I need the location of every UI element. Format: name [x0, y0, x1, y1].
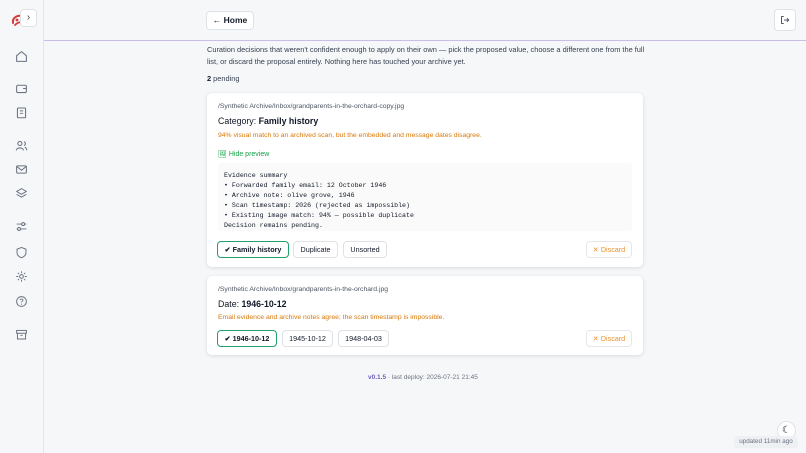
- top-bar: [44, 0, 806, 41]
- option-date-1945-button[interactable]: 1945-10-12: [282, 330, 333, 347]
- sliders-icon[interactable]: [15, 220, 28, 233]
- logout-icon: [781, 16, 790, 24]
- preview-icon: 🖼: [218, 151, 227, 158]
- logout-button[interactable]: [774, 9, 796, 31]
- evidence-preview: Evidence summary • Forwarded family emai…: [218, 163, 632, 231]
- intro-text: Curation decisions that weren't confiden…: [207, 45, 645, 66]
- home-icon[interactable]: [15, 50, 28, 63]
- moon-icon: ☾: [782, 425, 791, 436]
- mail-icon[interactable]: [15, 163, 28, 176]
- archive-icon[interactable]: [15, 328, 28, 341]
- updated-badge: updated 11min ago: [734, 436, 798, 448]
- shield-icon[interactable]: [15, 246, 28, 259]
- card-title: Category: Family history: [218, 116, 319, 126]
- sidebar-collapse-button[interactable]: ›: [20, 9, 37, 27]
- file-path: /Synthetic Archive/Inbox/grandparents-in…: [218, 103, 405, 110]
- review-card: /Synthetic Archive/Inbox/grandparents-in…: [207, 93, 643, 267]
- help-icon[interactable]: [15, 295, 28, 308]
- discard-button[interactable]: ✕ Discard: [586, 330, 632, 347]
- discard-button[interactable]: ✕ Discard: [586, 241, 632, 258]
- users-icon[interactable]: [15, 139, 28, 152]
- sidebar: ›: [0, 0, 44, 453]
- pending-count: 2 pending: [207, 74, 240, 83]
- wallet-icon[interactable]: [15, 82, 28, 95]
- option-unsorted-button[interactable]: Unsorted: [343, 241, 387, 258]
- card-note: Email evidence and archive notes agree; …: [218, 314, 445, 321]
- option-duplicate-button[interactable]: Duplicate: [293, 241, 338, 258]
- option-family-history-button[interactable]: ✔ Family history: [217, 241, 289, 258]
- file-path: /Synthetic Archive/Inbox/grandparents-in…: [218, 286, 389, 293]
- version-label: v0.1.5: [368, 374, 387, 381]
- option-date-1946-button[interactable]: ✔ 1946-10-12: [217, 330, 277, 347]
- sparkle-icon[interactable]: [15, 270, 28, 283]
- card-note: 94% visual match to an archived scan, bu…: [218, 132, 482, 139]
- card-title: Date: 1946-10-12: [218, 299, 287, 309]
- layers-icon[interactable]: [15, 187, 28, 200]
- option-date-1948-button[interactable]: 1948-04-03: [338, 330, 389, 347]
- home-button[interactable]: ← Home: [206, 11, 254, 30]
- review-card: /Synthetic Archive/Inbox/grandparents-in…: [207, 276, 643, 355]
- clipboard-icon[interactable]: [15, 106, 28, 119]
- hide-preview-link[interactable]: 🖼 Hide preview: [218, 150, 269, 158]
- footer-version: v0.1.5 · last deploy: 2026-07-21 21:45: [368, 374, 478, 381]
